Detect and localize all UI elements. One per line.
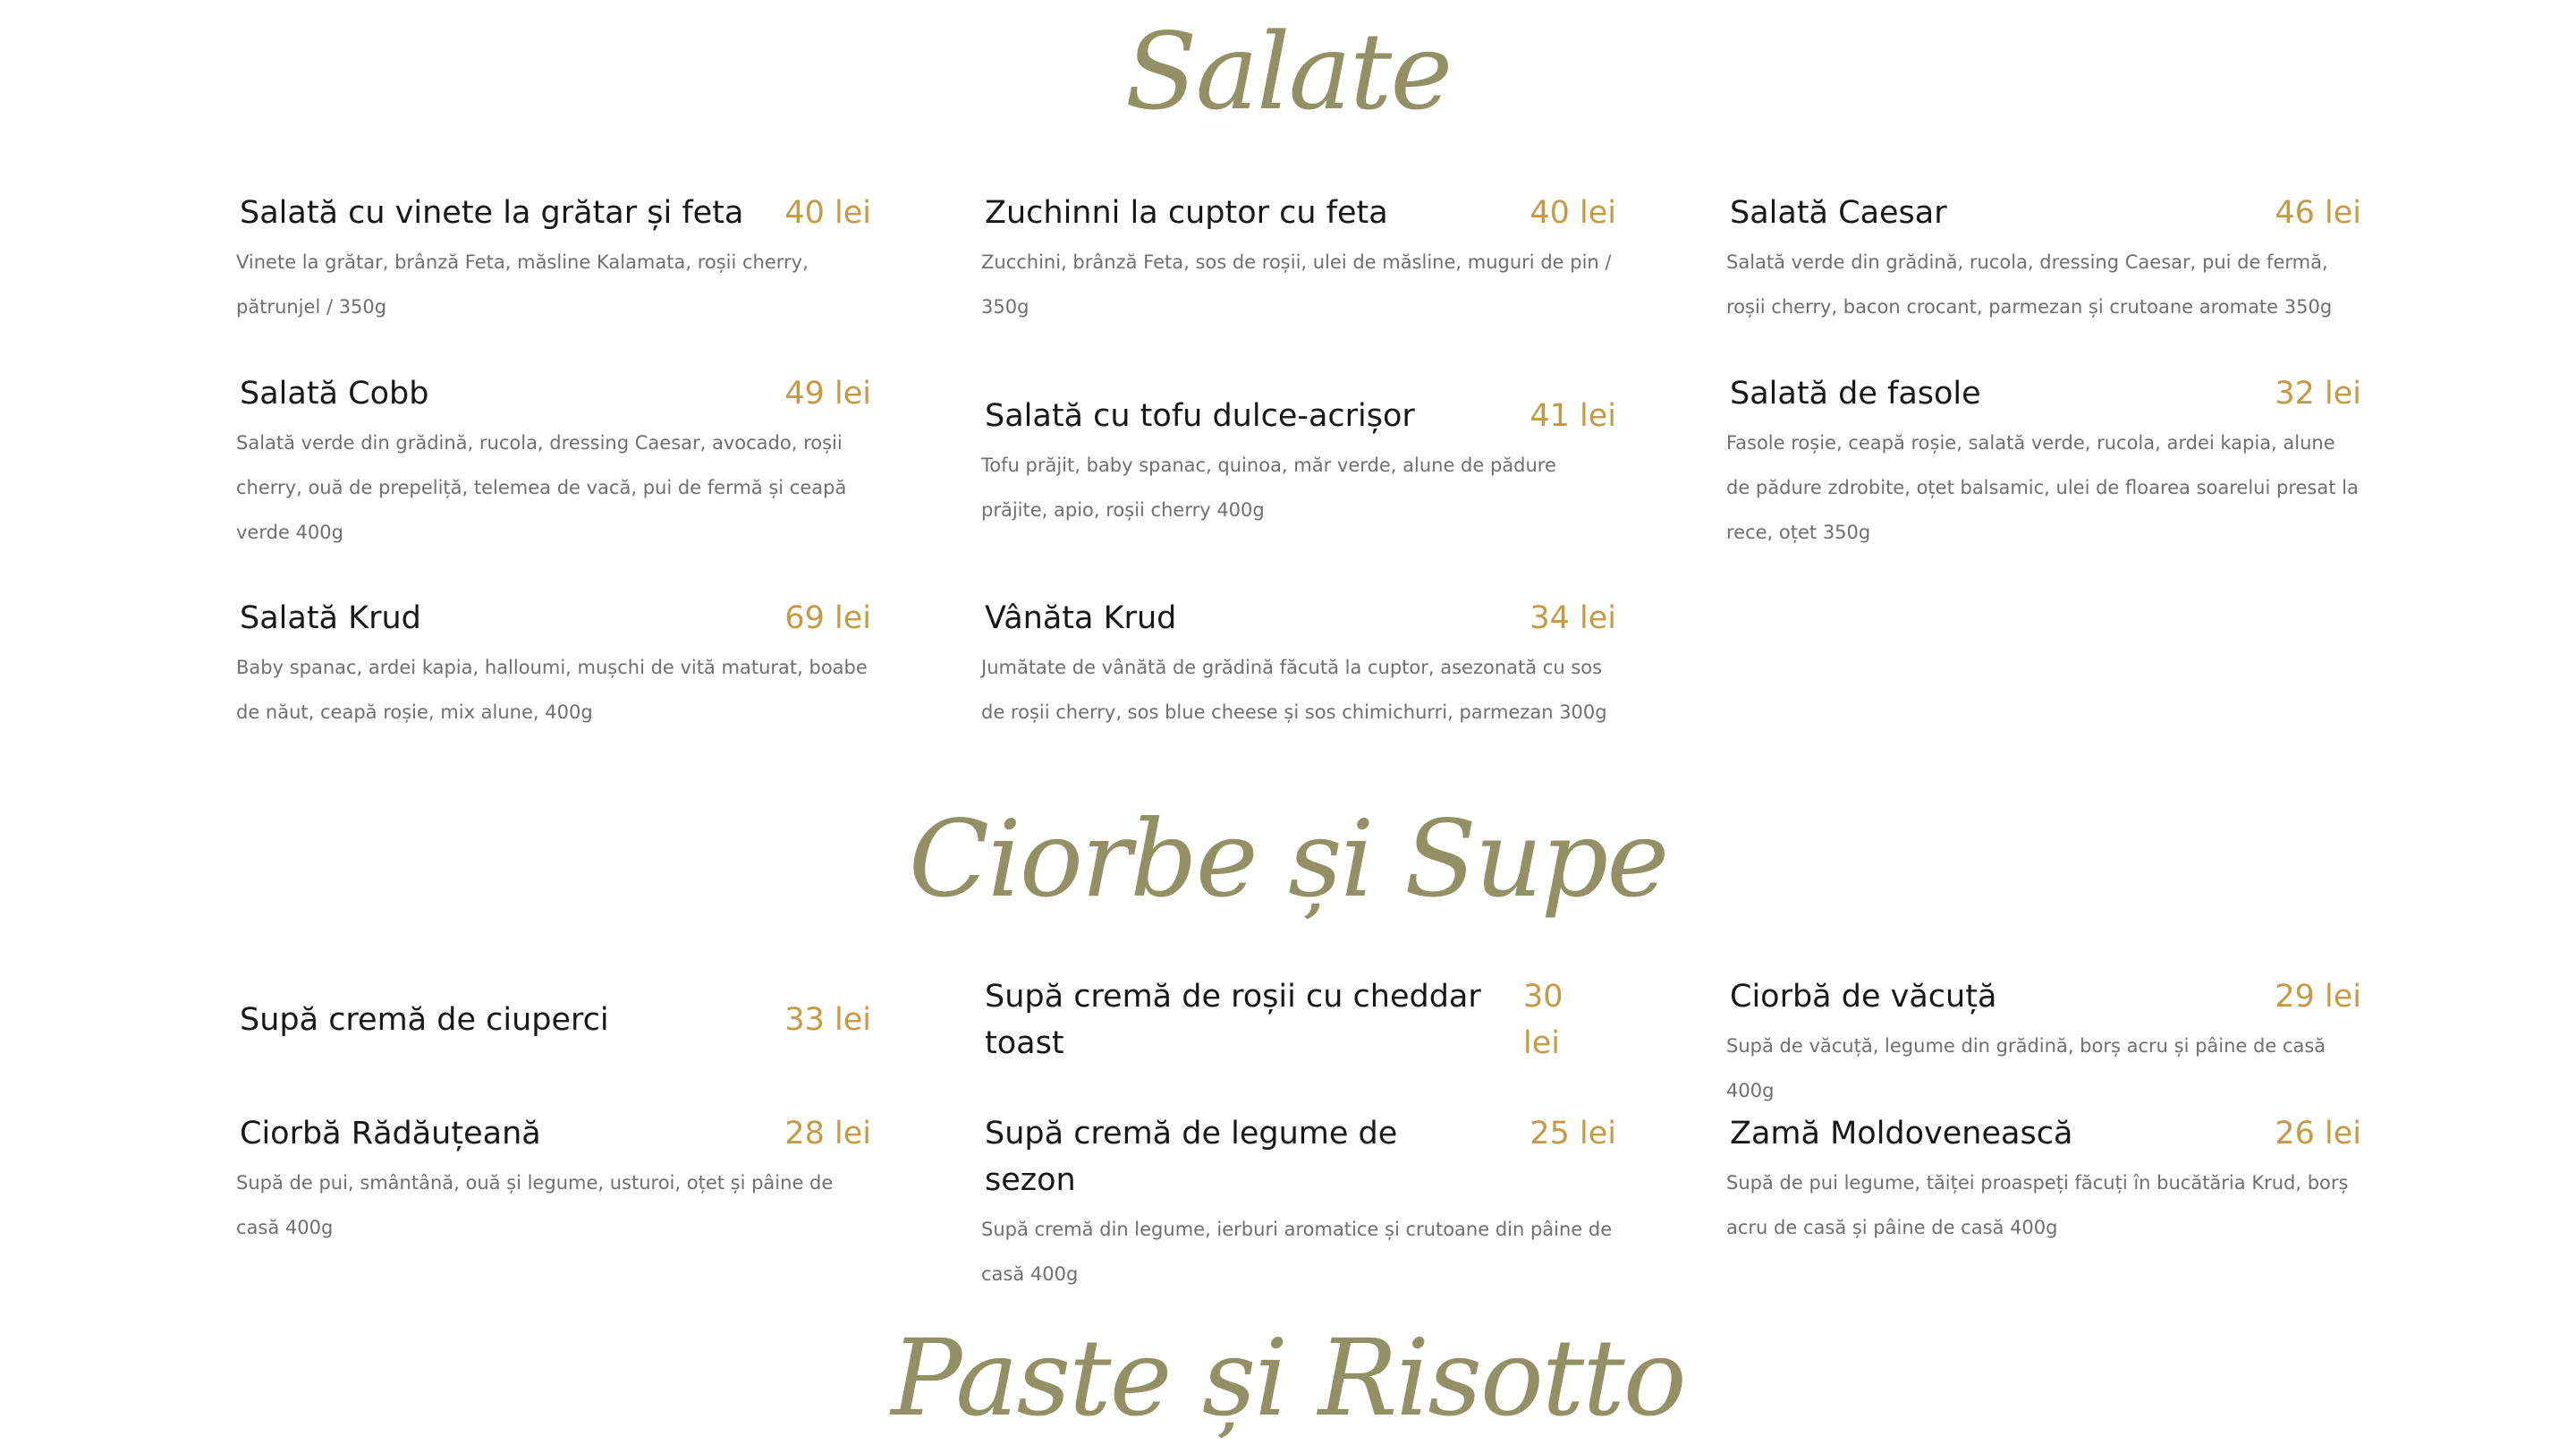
item-description: Salată verde din grădină, rucola, dressi… (1726, 251, 2333, 318)
item-name: Vânăta Krud (985, 600, 1177, 636)
menu-item-ciorba-radauteana: Ciorbă Rădăuțeană 28 lei Supă de pui, sm… (236, 1110, 871, 1250)
item-price: 25 lei (1530, 1116, 1616, 1151)
menu-item-salata-cobb: Salată Cobb 49 lei Salată verde din grăd… (236, 370, 871, 555)
menu-item-salata-caesar: Salată Caesar 46 lei Salată verde din gr… (1726, 190, 2361, 329)
section-title-paste-si-risotto: Paste și Risotto (891, 1316, 1687, 1440)
item-description: Fasole roșie, ceapă roșie, salată verde,… (1726, 432, 2359, 543)
menu-item-salata-krud: Salată Krud 69 lei Baby spanac, ardei ka… (236, 595, 871, 735)
item-description: Supă de văcuță, legume din grădină, borș… (1726, 1035, 2326, 1101)
item-price: 32 lei (2275, 376, 2361, 412)
section-title-ciorbe-si-supe: Ciorbe și Supe (908, 797, 1669, 921)
item-name: Supă cremă de ciuperci (240, 1002, 609, 1038)
item-price: 26 lei (2275, 1116, 2361, 1151)
item-description: Supă de pui legume, tăiței proaspeți făc… (1726, 1172, 2349, 1238)
item-price: 46 lei (2275, 195, 2361, 231)
item-description: Tofu prăjit, baby spanac, quinoa, măr ve… (981, 455, 1556, 521)
item-price: 29 lei (2275, 979, 2361, 1015)
menu-item-salata-fasole: Salată de fasole 32 lei Fasole roșie, ce… (1726, 370, 2361, 555)
item-price: 34 lei (1530, 600, 1616, 636)
item-description: Supă de pui, smântână, ouă și legume, us… (236, 1172, 834, 1238)
item-price: 28 lei (784, 1116, 871, 1151)
item-name: Ciorbă de văcuță (1730, 979, 1997, 1015)
item-price: 40 lei (784, 195, 871, 231)
item-price: 33 lei (784, 1002, 871, 1038)
item-name: Salată Krud (240, 600, 421, 636)
menu-item-zama-moldoveneasca: Zamă Moldovenească 26 lei Supă de pui le… (1726, 1110, 2361, 1250)
item-name: Salată de fasole (1730, 376, 1981, 412)
item-name: Salată Caesar (1730, 195, 1947, 231)
item-name: Salată cu vinete la grătar și feta (240, 195, 744, 231)
item-price: 40 lei (1530, 195, 1616, 231)
item-description: Jumătate de vânătă de grădină făcută la … (981, 657, 1607, 723)
item-price: 30 lei (1523, 979, 1563, 1061)
item-name: Zuchinni la cuptor cu feta (985, 195, 1388, 231)
item-name: Ciorbă Rădăuțeană (240, 1116, 541, 1151)
menu-item-ciorba-vacuta: Ciorbă de văcuță 29 lei Supă de văcuță, … (1726, 973, 2361, 1113)
item-description: Salată verde din grădină, rucola, dressi… (236, 432, 847, 543)
menu-item-supa-rosii: Supă cremă de roșii cu cheddar toast 30 … (981, 973, 1616, 1066)
item-name: Zamă Moldovenească (1730, 1116, 2073, 1151)
item-price: 41 lei (1530, 398, 1616, 434)
item-description: Zucchini, brânză Feta, sos de roșii, ule… (981, 251, 1612, 318)
item-description: Baby spanac, ardei kapia, halloumi, mușc… (236, 657, 868, 723)
item-price: 49 lei (784, 376, 871, 412)
item-name: Salată Cobb (240, 376, 429, 412)
menu-item-salata-tofu: Salată cu tofu dulce-acrișor 41 lei Tofu… (981, 393, 1616, 532)
item-price: 69 lei (784, 600, 871, 636)
item-description: Vinete la grătar, brânză Feta, măsline K… (236, 251, 809, 318)
menu-item-vanata-krud: Vânăta Krud 34 lei Jumătate de vânătă de… (981, 595, 1616, 735)
item-name: Salată cu tofu dulce-acrișor (985, 398, 1415, 434)
menu-item-salata-vinete: Salată cu vinete la grătar și feta 40 le… (236, 190, 871, 329)
menu-item-supa-ciuperci: Supă cremă de ciuperci 33 lei (236, 997, 871, 1043)
item-name: Supă cremă de roșii cu cheddar toast (985, 979, 1481, 1061)
section-title-salate: Salate (1124, 10, 1453, 133)
item-description: Supă cremă din legume, ierburi aromatice… (981, 1219, 1613, 1285)
menu-item-zuchinni: Zuchinni la cuptor cu feta 40 lei Zucchi… (981, 190, 1616, 329)
item-name: Supă cremă de legume de sezon (985, 1116, 1398, 1198)
menu-item-supa-legume: Supă cremă de legume de sezon 25 lei Sup… (981, 1110, 1616, 1296)
